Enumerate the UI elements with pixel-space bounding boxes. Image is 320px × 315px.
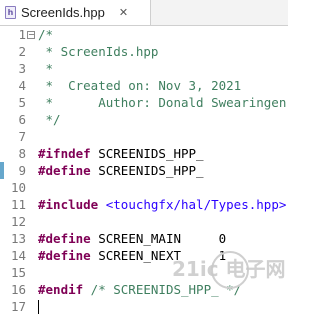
code-token: */	[38, 112, 61, 127]
code-line: #include <touchgfx/hal/Types.hpp>	[38, 196, 286, 213]
line-number: 14	[10, 248, 26, 263]
code-line: * Author: Donald Swearingen	[38, 94, 287, 111]
line-number: 11	[10, 197, 26, 212]
code-line: #define SCREENIDS_HPP_	[38, 162, 204, 179]
code-token: * Author: Donald Swearingen	[38, 95, 287, 110]
code-token: #define	[38, 231, 91, 246]
code-token: <touchgfx/hal/Types.hpp>	[105, 197, 287, 212]
code-token: #endif	[38, 282, 84, 297]
line-number: 5	[18, 95, 26, 110]
code-token: #include	[38, 197, 99, 212]
line-number: 17	[10, 299, 26, 314]
line-number: 12	[10, 214, 26, 229]
code-token: SCREENIDS_HPP_	[90, 146, 204, 161]
code-area[interactable]: /* * ScreenIds.hpp * * Created on: Nov 3…	[38, 26, 288, 297]
code-line: * ScreenIds.hpp	[38, 43, 159, 60]
editor-tab-bar: h ScreenIds.hpp ✕	[0, 0, 288, 26]
code-token: /* SCREENIDS_HPP_ */	[83, 282, 242, 297]
code-token: * ScreenIds.hpp	[38, 44, 159, 59]
line-number: 2	[18, 44, 26, 59]
code-line: #define SCREEN_MAIN 0	[38, 230, 226, 247]
line-number: 3	[18, 61, 26, 76]
code-line: */	[38, 111, 61, 128]
code-token: /*	[38, 27, 54, 42]
text-caret	[38, 300, 39, 314]
line-number: 13	[10, 231, 26, 246]
line-number: 8	[18, 146, 26, 161]
code-line: #define SCREEN_NEXT 1	[38, 247, 226, 264]
line-number: 7	[18, 129, 26, 144]
code-token: *	[38, 61, 54, 76]
line-number: 10	[10, 180, 26, 195]
code-token: * Created on: Nov 3, 2021	[38, 78, 242, 93]
line-number: 9	[18, 163, 26, 178]
line-number: 4	[18, 78, 26, 93]
code-token: #define	[38, 248, 91, 263]
tab-title: ScreenIds.hpp	[21, 5, 105, 20]
line-number: 6	[18, 112, 26, 127]
code-line: #endif /* SCREENIDS_HPP_ */	[38, 281, 241, 298]
change-marker	[0, 162, 4, 179]
code-token: #ifndef	[38, 146, 91, 161]
code-token: SCREEN_NEXT 1	[90, 248, 227, 263]
tab-screenids-hpp[interactable]: h ScreenIds.hpp ✕	[0, 0, 151, 25]
line-number: 16	[10, 282, 26, 297]
code-line: /*	[38, 26, 53, 43]
line-number-gutter: 1−2 3 4 5 6 7 8 9 10 11 12 13 14 15 16 17	[6, 26, 36, 314]
code-token: #define	[38, 163, 91, 178]
code-editor[interactable]: 1−2 3 4 5 6 7 8 9 10 11 12 13 14 15 16 17 /* * ScreenId…	[0, 26, 288, 314]
line-number: 15	[10, 265, 26, 280]
code-token: SCREEN_MAIN 0	[90, 231, 227, 246]
line-number: 1	[18, 27, 26, 42]
code-line: * Created on: Nov 3, 2021	[38, 77, 242, 94]
header-file-icon: h	[5, 6, 16, 19]
code-line: #ifndef SCREENIDS_HPP_	[38, 145, 204, 162]
fold-toggle-icon[interactable]: −	[27, 31, 35, 39]
code-token: SCREENIDS_HPP_	[90, 163, 204, 178]
close-icon[interactable]: ✕	[119, 6, 128, 19]
code-line: *	[38, 60, 54, 77]
